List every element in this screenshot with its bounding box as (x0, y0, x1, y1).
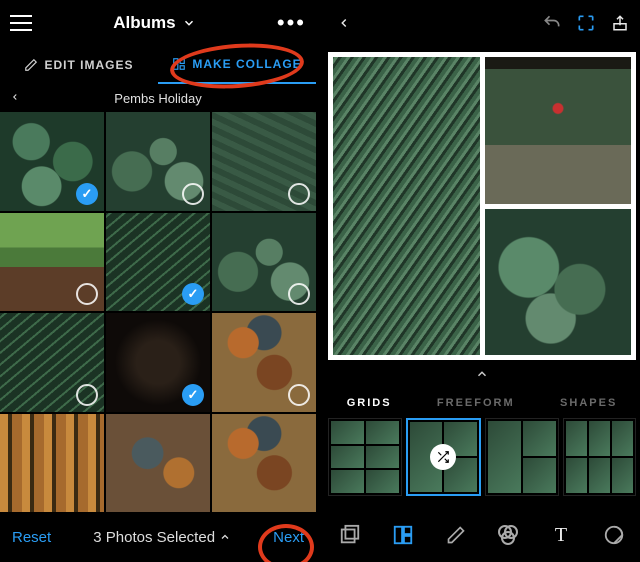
count-label: 3 Photos Selected (93, 529, 215, 546)
layout-option[interactable] (563, 418, 637, 496)
chevron-up-icon (473, 367, 491, 381)
chevron-down-icon (182, 16, 196, 30)
menu-icon[interactable] (10, 15, 32, 31)
layout-option[interactable] (406, 418, 482, 496)
select-circle-icon (288, 384, 310, 406)
photo-tile[interactable] (0, 414, 104, 513)
photo-grid (0, 112, 316, 512)
album-subheader: Pembs Holiday (0, 84, 316, 112)
photo-tile[interactable] (106, 313, 210, 412)
select-circle-icon (288, 283, 310, 305)
collage-preview[interactable] (328, 52, 636, 360)
layout-tool[interactable] (390, 522, 416, 548)
next-button[interactable]: Next (273, 529, 304, 546)
photo-tile[interactable] (106, 213, 210, 312)
editor-toolbar: T (324, 508, 640, 562)
edit-tool[interactable] (443, 522, 469, 548)
photo-tile[interactable] (212, 313, 316, 412)
selected-check-icon (182, 384, 204, 406)
selected-check-icon (182, 283, 204, 305)
left-top-bar: Albums ••• (0, 0, 316, 46)
photo-tile[interactable] (212, 414, 316, 513)
undo-icon[interactable] (542, 13, 562, 33)
layout-option[interactable] (485, 418, 559, 496)
collapse-panel-button[interactable] (324, 360, 640, 388)
selected-check-icon (76, 183, 98, 205)
sticker-tool[interactable] (601, 522, 627, 548)
tab-edit-images[interactable]: EDIT IMAGES (0, 46, 158, 84)
collage-editor-screen: GRIDS FREEFORM SHAPES (324, 0, 640, 562)
left-bottom-bar: Reset 3 Photos Selected Next (0, 512, 316, 562)
photo-tile[interactable] (212, 112, 316, 211)
layout-option[interactable] (328, 418, 402, 496)
shuffle-icon[interactable] (430, 444, 456, 470)
select-circle-icon (76, 283, 98, 305)
back-icon[interactable] (334, 13, 354, 33)
fullscreen-icon[interactable] (576, 13, 596, 33)
chevron-up-icon (219, 531, 231, 543)
back-icon[interactable] (10, 90, 24, 107)
pencil-icon (24, 58, 38, 72)
right-top-bar (324, 0, 640, 46)
collage-cell[interactable] (333, 57, 480, 355)
select-circle-icon (182, 183, 204, 205)
screen-title: Albums (113, 13, 175, 33)
album-picker-screen: Albums ••• EDIT IMAGES MAKE COLLAGE Pemb… (0, 0, 316, 562)
collage-cell[interactable] (485, 209, 632, 356)
title-dropdown[interactable]: Albums (113, 13, 195, 33)
photo-tile[interactable] (212, 213, 316, 312)
more-icon[interactable]: ••• (277, 12, 306, 34)
reset-button[interactable]: Reset (12, 529, 51, 546)
photo-tile[interactable] (106, 112, 210, 211)
collage-cell[interactable] (485, 57, 632, 204)
photo-tile[interactable] (0, 112, 104, 211)
photo-tile[interactable] (0, 313, 104, 412)
album-name: Pembs Holiday (24, 91, 292, 106)
photo-tile[interactable] (0, 213, 104, 312)
tab-freeform[interactable]: FREEFORM (437, 397, 515, 409)
layout-options (324, 418, 640, 496)
mode-tabs: EDIT IMAGES MAKE COLLAGE (0, 46, 316, 84)
tab-grids[interactable]: GRIDS (347, 397, 392, 409)
tab-shapes[interactable]: SHAPES (560, 397, 617, 409)
tab-make-collage[interactable]: MAKE COLLAGE (158, 46, 316, 84)
text-tool[interactable]: T (548, 522, 574, 548)
selection-count[interactable]: 3 Photos Selected (93, 529, 231, 546)
aspect-ratio-tool[interactable] (337, 522, 363, 548)
share-icon[interactable] (610, 13, 630, 33)
select-circle-icon (76, 384, 98, 406)
photo-tile[interactable] (106, 414, 210, 513)
tab-label: EDIT IMAGES (44, 58, 133, 72)
collage-icon (172, 57, 186, 71)
tab-label: MAKE COLLAGE (192, 57, 301, 71)
select-circle-icon (288, 183, 310, 205)
filters-tool[interactable] (495, 522, 521, 548)
layout-category-tabs: GRIDS FREEFORM SHAPES (324, 388, 640, 418)
